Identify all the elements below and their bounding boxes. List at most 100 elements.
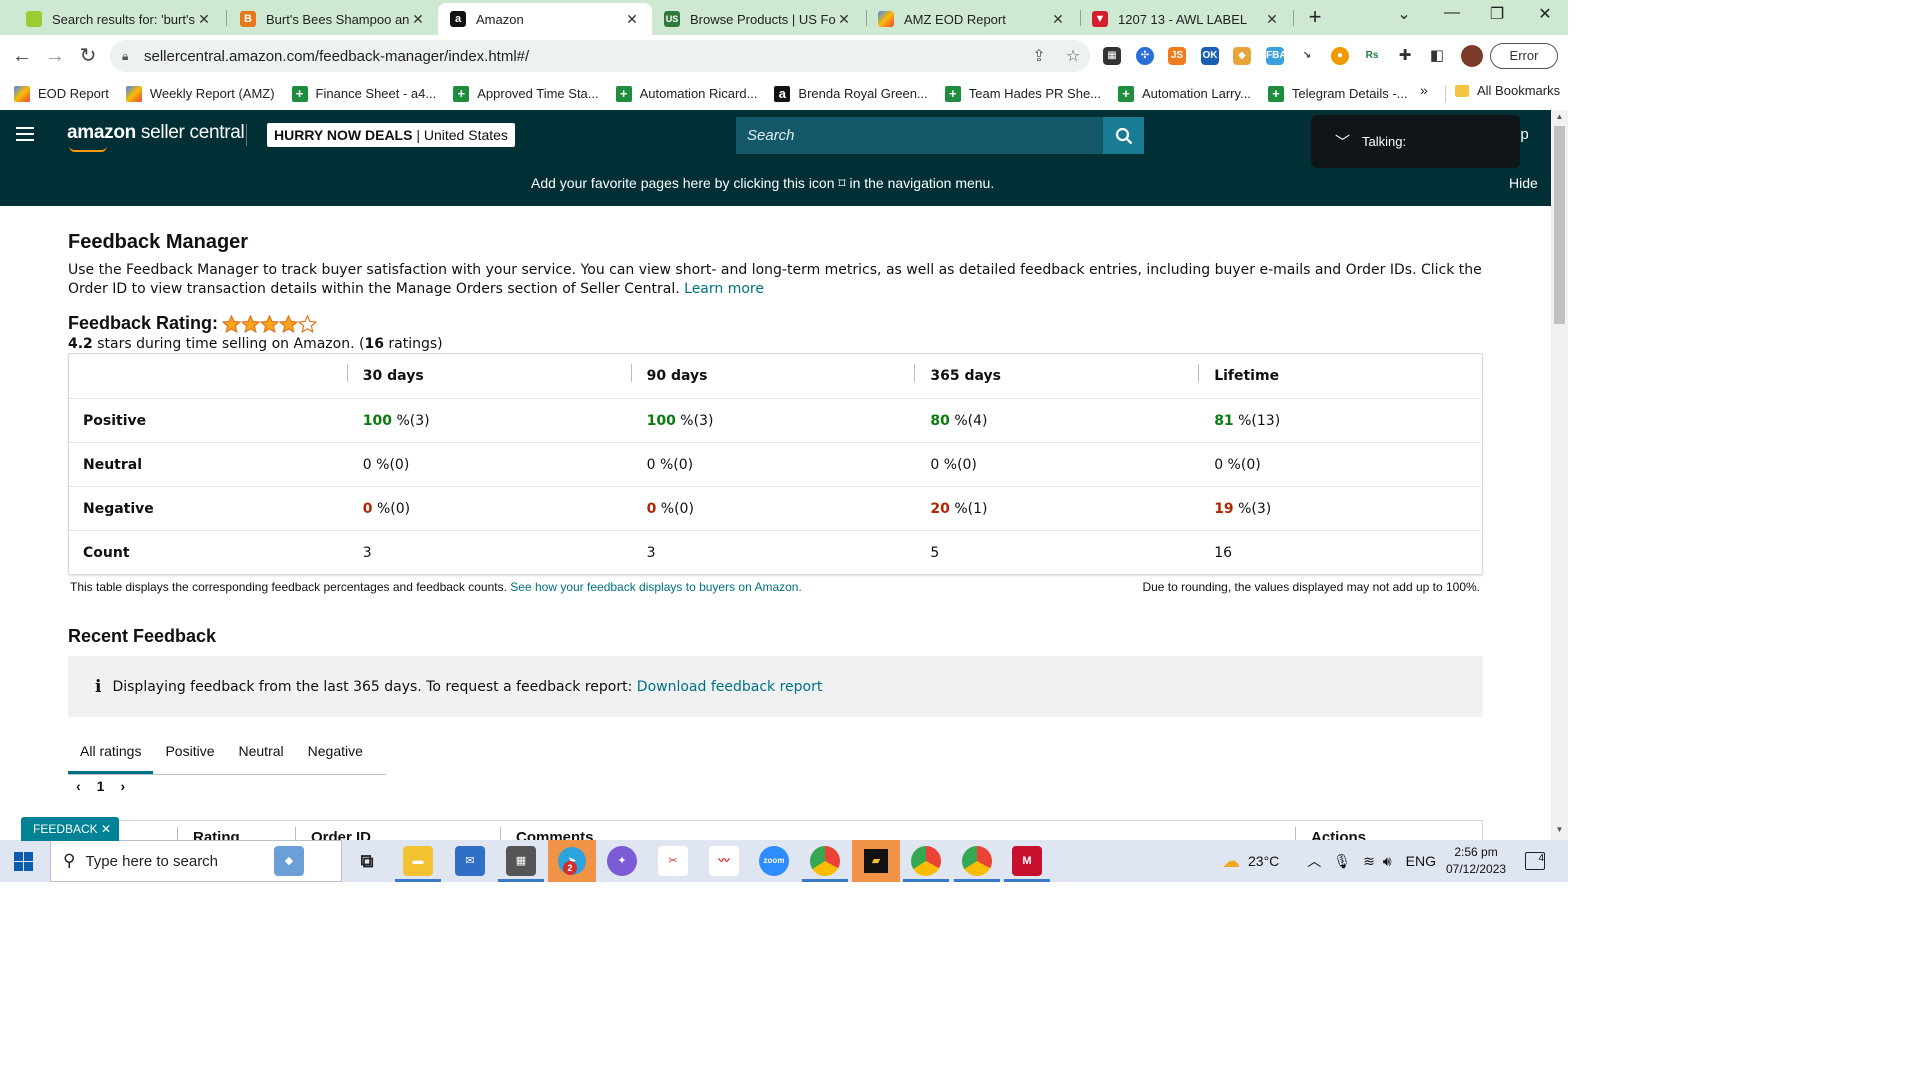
more-bookmarks-chevron-icon[interactable]: » — [1420, 82, 1428, 98]
chrome-icon[interactable] — [810, 846, 840, 876]
row-label: Negative — [83, 500, 154, 517]
rs-extension-icon[interactable]: Rs — [1363, 47, 1381, 65]
search-button[interactable] — [1103, 117, 1144, 154]
maximize-icon[interactable]: ❐ — [1482, 4, 1512, 28]
wifi-icon[interactable]: ≋ — [1363, 853, 1375, 870]
snipping-tool-icon[interactable]: ✂ — [658, 846, 688, 876]
search-icon — [1115, 127, 1132, 144]
weather-sun-icon[interactable]: ☁ — [1222, 851, 1240, 872]
extension-blue-icon[interactable]: ✣ — [1136, 47, 1154, 65]
mcafee-icon[interactable]: M — [1012, 846, 1042, 876]
close-window-icon[interactable]: ✕ — [1530, 4, 1560, 28]
page-number[interactable]: 1 — [97, 778, 105, 794]
browser-tab[interactable]: ▼ 1207 13 - AWL LABEL ✕ — [1080, 3, 1292, 35]
task-view-icon[interactable]: ⧉ — [352, 846, 382, 876]
bookmark-item[interactable]: Weekly Report (AMZ) — [125, 85, 275, 102]
bookmark-star-icon[interactable]: ☆ — [1056, 46, 1090, 66]
mail-icon[interactable]: ✉ — [455, 846, 485, 876]
close-tab-icon[interactable]: ✕ — [624, 11, 640, 28]
browser-tab[interactable]: US Browse Products | US Food ✕ — [652, 3, 864, 35]
close-tab-icon[interactable]: ✕ — [1264, 11, 1280, 28]
chrome-profile-icon[interactable] — [962, 846, 992, 876]
url-text[interactable]: sellercentral.amazon.com/feedback-manage… — [144, 48, 1022, 65]
tab-neutral[interactable]: Neutral — [227, 738, 296, 774]
close-tab-icon[interactable]: ✕ — [1050, 11, 1066, 28]
previous-page-icon[interactable]: ‹ — [76, 778, 81, 794]
notification-center-icon[interactable]: 4 — [1525, 852, 1545, 870]
bookmark-item[interactable]: EOD Report — [14, 85, 109, 102]
show-hidden-icons-chevron-icon[interactable]: ︿ — [1307, 851, 1321, 871]
tab-search-chevron-icon[interactable]: ⌄ — [1389, 4, 1419, 28]
calculator-icon[interactable]: ▦ — [506, 846, 536, 876]
download-report-link[interactable]: Download feedback report — [637, 679, 823, 695]
new-tab-plus-icon[interactable]: + — [1303, 6, 1327, 30]
language-indicator[interactable]: ENG — [1406, 853, 1436, 869]
forward-arrow-icon[interactable]: → — [43, 44, 67, 68]
speaker-icon[interactable]: 🔊︎ — [1383, 853, 1392, 870]
fba-extension-icon[interactable]: FBA — [1266, 47, 1287, 65]
close-tab-icon[interactable]: ✕ — [836, 11, 852, 28]
widget-art-icon[interactable]: ◆ — [274, 846, 304, 876]
all-bookmarks[interactable]: All Bookmarks — [1455, 83, 1560, 98]
side-panel-icon[interactable]: ◧ — [1428, 47, 1446, 65]
store-selector[interactable]: HURRY NOW DEALS | United States — [267, 123, 515, 147]
file-explorer-icon[interactable]: ▬ — [403, 846, 433, 876]
circle-extension-icon[interactable]: ● — [1331, 47, 1349, 65]
ok-extension-icon[interactable]: OK — [1201, 47, 1219, 65]
feedback-button[interactable]: FEEDBACK ✕ — [21, 817, 120, 841]
search-input[interactable] — [736, 117, 1103, 154]
bookmark-item[interactable]: + Team Hades PR She... — [944, 85, 1101, 102]
scroll-up-arrow-icon[interactable]: ▲ — [1551, 112, 1568, 121]
reload-icon[interactable]: ↻ — [76, 44, 100, 68]
taskbar-clock[interactable]: 2:56 pm 07/12/2023 — [1446, 844, 1506, 878]
hamburger-menu-icon[interactable] — [16, 127, 34, 141]
profile-avatar[interactable] — [1461, 45, 1483, 67]
tab-negative[interactable]: Negative — [296, 738, 375, 774]
bookmark-item[interactable]: + Approved Time Sta... — [453, 85, 599, 102]
page-scrollbar[interactable]: ▲ ▼ — [1551, 110, 1568, 840]
fox-extension-icon[interactable]: ◆ — [1233, 47, 1251, 65]
share-icon[interactable]: ⇪ — [1022, 46, 1056, 66]
talking-overlay[interactable]: ﹀ Talking: — [1311, 115, 1520, 168]
bookmark-item[interactable]: + Finance Sheet - a4... — [291, 85, 436, 102]
scrollbar-thumb[interactable] — [1554, 126, 1565, 324]
browser-tab[interactable]: B Burt's Bees Shampoo and V ✕ — [228, 3, 438, 35]
tab-all-ratings[interactable]: All ratings — [68, 738, 154, 774]
cursor-extension-icon[interactable]: ↘ — [1298, 47, 1316, 65]
learn-more-link[interactable]: Learn more — [684, 281, 764, 297]
activity-app-icon[interactable]: 〰 — [709, 846, 739, 876]
close-tab-icon[interactable]: ✕ — [410, 11, 426, 28]
tab-positive[interactable]: Positive — [153, 738, 226, 774]
copilot-icon[interactable]: ✦ — [607, 846, 637, 876]
close-tab-icon[interactable]: ✕ — [196, 11, 212, 28]
bookmark-item[interactable]: + Telegram Details -... — [1267, 85, 1407, 102]
next-page-icon[interactable]: › — [120, 778, 125, 794]
qr-extension-icon[interactable]: ▦ — [1103, 47, 1121, 65]
browser-tab[interactable]: AMZ EOD Report ✕ — [866, 3, 1078, 35]
scroll-down-arrow-icon[interactable]: ▼ — [1551, 825, 1568, 834]
browser-tab[interactable]: Search results for: 'burt's b ✕ — [14, 3, 224, 35]
js-extension-icon[interactable]: JS — [1168, 47, 1186, 65]
bookmark-item[interactable]: + Automation Larry... — [1118, 85, 1251, 102]
minimize-icon[interactable]: — — [1437, 4, 1467, 28]
bookmark-item[interactable]: a Brenda Royal Green... — [774, 85, 928, 102]
chevron-down-icon[interactable]: ﹀ — [1335, 131, 1350, 152]
weather-temperature[interactable]: 23°C — [1248, 853, 1279, 869]
microphone-icon[interactable]: 🎙︎ — [1333, 853, 1351, 870]
back-arrow-icon[interactable]: ← — [10, 44, 34, 68]
bookmark-item[interactable]: + Automation Ricard... — [615, 85, 757, 102]
sticky-notes-app-icon[interactable]: ▰ — [852, 840, 900, 882]
browser-tab-active[interactable]: a Amazon ✕ — [438, 3, 652, 35]
table-cell: 20 %(1) — [914, 501, 1198, 517]
address-bar[interactable]: 🔒︎ sellercentral.amazon.com/feedback-man… — [110, 40, 1090, 72]
table-row: Neutral 0 %(0) 0 %(0) 0 %(0) 0 %(0) — [69, 442, 1482, 486]
profile-error-chip[interactable]: Error — [1490, 43, 1558, 69]
buyer-display-link[interactable]: See how your feedback displays to buyers… — [510, 580, 802, 594]
windows-start-icon[interactable] — [14, 852, 33, 871]
chrome-profile-icon[interactable] — [911, 846, 941, 876]
zoom-icon[interactable]: zoom — [759, 846, 789, 876]
sheets-icon: + — [944, 85, 961, 102]
puzzle-extensions-icon[interactable]: ✚ — [1396, 47, 1414, 65]
hide-banner-button[interactable]: Hide — [1509, 175, 1538, 191]
seller-central-logo[interactable]: amazon seller central — [67, 122, 245, 152]
